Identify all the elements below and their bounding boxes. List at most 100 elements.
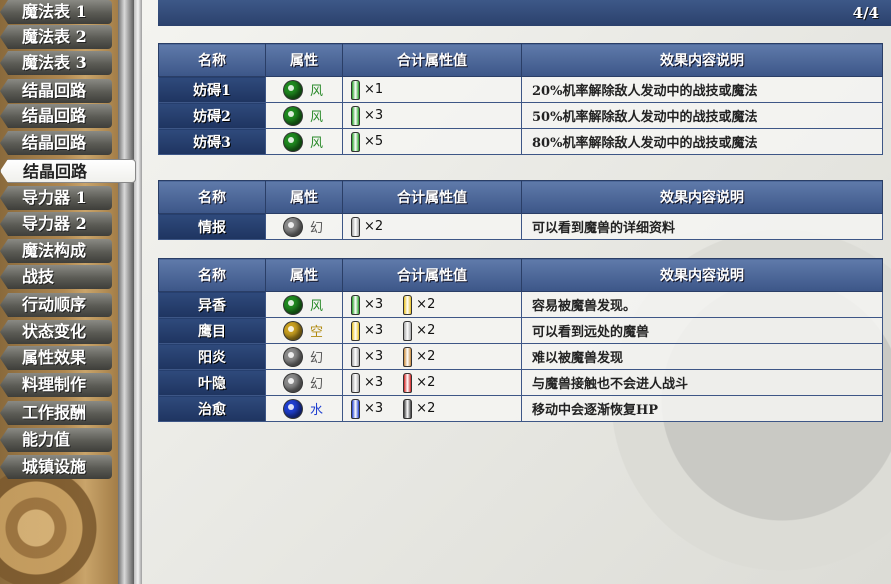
effect-description: 可以看到远处的魔兽 xyxy=(521,317,883,344)
value-multiplier: ×2 xyxy=(364,219,384,234)
sidebar-item-5[interactable]: 结晶回路 xyxy=(0,131,112,155)
sidebar-item-16[interactable]: 能力值 xyxy=(0,428,112,452)
element-orb-icon xyxy=(284,106,302,125)
element-vial-icon xyxy=(403,398,413,419)
element-orb-icon xyxy=(284,295,302,314)
column-header: 效果内容说明 xyxy=(521,180,883,214)
element-vial-icon xyxy=(351,346,360,367)
quartz-name: 妨碍1 xyxy=(158,76,266,103)
sidebar-item-9[interactable]: 魔法构成 xyxy=(0,239,112,263)
attribute-label: 水 xyxy=(310,403,324,418)
effect-description: 与魔兽接触也不会进人战斗 xyxy=(521,369,883,396)
value-multiplier: ×5 xyxy=(364,134,384,149)
quartz-name: 治愈 xyxy=(158,395,266,422)
total-value-cell: ×2 xyxy=(342,213,522,240)
attribute-cell: 风 xyxy=(265,128,343,155)
sidebar-item-11[interactable]: 行动顺序 xyxy=(0,293,112,317)
sidebar-item-4[interactable]: 结晶回路 xyxy=(0,104,112,128)
attribute-label: 风 xyxy=(310,110,324,125)
column-header: 属性 xyxy=(265,180,343,214)
attribute-cell: 水 xyxy=(265,395,343,422)
value-multiplier: ×2 xyxy=(416,349,436,364)
value-multiplier: ×3 xyxy=(364,297,384,312)
sidebar-item-1[interactable]: 魔法表 2 xyxy=(0,25,112,49)
sidebar-item-8[interactable]: 导力器 2 xyxy=(0,212,112,236)
sidebar: 魔法表 1 魔法表 2 魔法表 3 结晶回路 结晶回路 结晶回路 结晶回路 导力器 1 导力器 … xyxy=(0,0,142,584)
quartz-table-1: 名称 属性 合计属性值 效果内容说明 妨碍1 风 ×1 20%机率解除敌人发动中的战技或魔法妨… xyxy=(158,43,883,155)
sidebar-item-17[interactable]: 城镇设施 xyxy=(0,455,112,479)
table-row: 情报 幻 ×2 可以看到魔兽的详细资料 xyxy=(158,213,883,240)
quartz-table-2: 名称 属性 合计属性值 效果内容说明 情报 幻 ×2 可以看到魔兽的详细资料 xyxy=(158,180,883,240)
table-row: 异香 风 ×3 ×2 容易被魔兽发现。 xyxy=(158,291,883,318)
sidebar-item-7[interactable]: 导力器 1 xyxy=(0,186,112,210)
total-value-cell: ×1 xyxy=(342,76,522,103)
effect-description: 容易被魔兽发现。 xyxy=(521,291,883,318)
attribute-cell: 幻 xyxy=(265,369,343,396)
value-multiplier: ×2 xyxy=(416,401,436,416)
quartz-name: 叶隐 xyxy=(158,369,266,396)
sidebar-item-10[interactable]: 战技 xyxy=(0,265,112,289)
table-row: 治愈 水 ×3 ×2 移动中会逐渐恢复HP xyxy=(158,395,883,422)
sidebar-item-14[interactable]: 料理制作 xyxy=(0,373,112,397)
element-vial-icon xyxy=(403,346,413,367)
total-value-cell: ×3 ×2 xyxy=(342,369,522,396)
column-header: 合计属性值 xyxy=(342,180,522,214)
sidebar-item-0[interactable]: 魔法表 1 xyxy=(0,0,112,24)
table-row: 叶隐 幻 ×3 ×2 与魔兽接触也不会进人战斗 xyxy=(158,369,883,396)
attribute-label: 风 xyxy=(310,84,324,99)
quartz-name: 妨碍2 xyxy=(158,102,266,129)
table-row: 阳炎 幻 ×3 ×2 难以被魔兽发现 xyxy=(158,343,883,370)
sidebar-rail xyxy=(118,0,134,584)
sidebar-item-13[interactable]: 属性效果 xyxy=(0,346,112,370)
attribute-label: 空 xyxy=(310,325,324,340)
element-orb-icon xyxy=(284,373,302,392)
value-multiplier: ×2 xyxy=(416,323,436,338)
element-orb-icon xyxy=(284,347,302,366)
sidebar-item-12[interactable]: 状态变化 xyxy=(0,320,112,344)
effect-description: 80%机率解除敌人发动中的战技或魔法 xyxy=(521,128,883,155)
sidebar-item-15[interactable]: 工作报酬 xyxy=(0,401,112,425)
element-vial-icon xyxy=(351,216,360,237)
value-multiplier: ×1 xyxy=(364,82,384,97)
quartz-name: 阳炎 xyxy=(158,343,266,370)
attribute-cell: 幻 xyxy=(265,213,343,240)
attribute-cell: 风 xyxy=(265,291,343,318)
column-header: 合计属性值 xyxy=(342,43,522,77)
quartz-name: 妨碍3 xyxy=(158,128,266,155)
sidebar-item-2[interactable]: 魔法表 3 xyxy=(0,51,112,75)
attribute-label: 风 xyxy=(310,136,324,151)
element-orb-icon xyxy=(284,399,302,418)
effect-description: 难以被魔兽发现 xyxy=(521,343,883,370)
element-orb-icon xyxy=(284,217,302,236)
effect-description: 50%机率解除敌人发动中的战技或魔法 xyxy=(521,102,883,129)
value-multiplier: ×3 xyxy=(364,349,384,364)
value-multiplier: ×2 xyxy=(416,375,436,390)
sidebar-item-3[interactable]: 结晶回路 xyxy=(0,79,112,103)
column-header: 效果内容说明 xyxy=(521,258,883,292)
attribute-label: 幻 xyxy=(310,377,324,392)
sidebar-item-6[interactable]: 结晶回路 xyxy=(0,159,136,183)
attribute-label: 风 xyxy=(310,299,324,314)
value-multiplier: ×3 xyxy=(364,375,384,390)
element-vial-icon xyxy=(403,294,413,315)
total-value-cell: ×3 xyxy=(342,102,522,129)
element-vial-icon xyxy=(351,320,360,341)
value-multiplier: ×3 xyxy=(364,401,384,416)
element-orb-icon xyxy=(284,80,302,99)
effect-description: 移动中会逐渐恢复HP xyxy=(521,395,883,422)
attribute-label: 幻 xyxy=(310,351,324,366)
total-value-cell: ×3 ×2 xyxy=(342,317,522,344)
table-row: 妨碍1 风 ×1 20%机率解除敌人发动中的战技或魔法 xyxy=(158,76,883,103)
total-value-cell: ×5 xyxy=(342,128,522,155)
quartz-table-3: 名称 属性 合计属性值 效果内容说明 异香 风 ×3 ×2 容易被魔兽发现。 鹰目 空 ×3 ×2 可以看… xyxy=(158,258,883,422)
page-counter: 4/4 xyxy=(852,4,879,22)
table-row: 鹰目 空 ×3 ×2 可以看到远处的魔兽 xyxy=(158,317,883,344)
element-vial-icon xyxy=(351,105,360,126)
attribute-label: 幻 xyxy=(310,221,324,236)
element-vial-icon xyxy=(403,372,413,393)
total-value-cell: ×3 ×2 xyxy=(342,291,522,318)
element-vial-icon xyxy=(351,294,360,315)
quartz-name: 异香 xyxy=(158,291,266,318)
element-vial-icon xyxy=(351,398,360,419)
column-header: 效果内容说明 xyxy=(521,43,883,77)
